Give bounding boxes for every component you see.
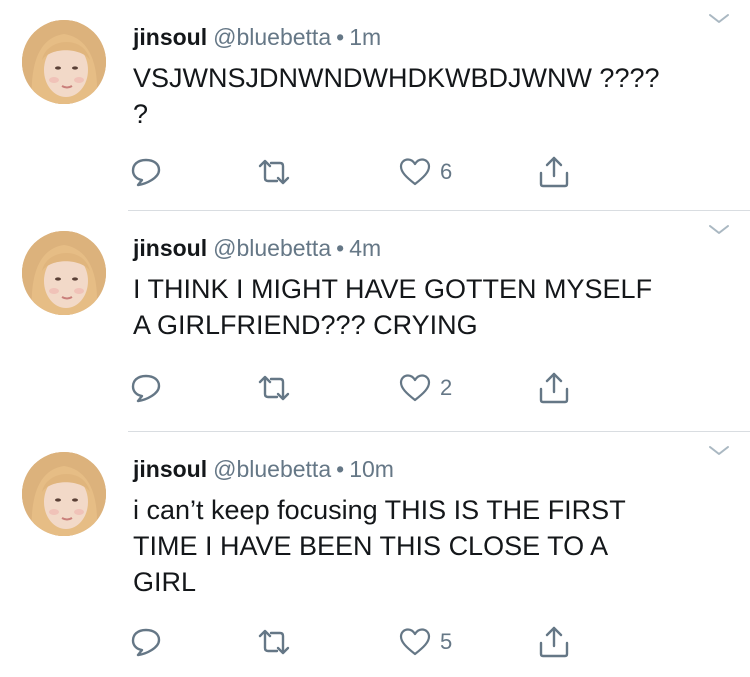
- retweet-icon: [258, 629, 290, 655]
- tweet-actions: 5: [128, 620, 608, 664]
- heart-icon: [399, 374, 431, 402]
- tweet-text: i can’t keep focusing THIS IS THE FIRST …: [133, 495, 626, 597]
- separator-dot: •: [336, 24, 345, 50]
- like-count: 6: [440, 159, 453, 184]
- display-name[interactable]: jinsoul: [133, 24, 207, 50]
- like-button[interactable]: 6: [398, 150, 452, 194]
- chevron-down-icon[interactable]: [708, 223, 730, 237]
- tweet-actions: 2: [128, 366, 608, 410]
- timestamp[interactable]: 10m: [349, 456, 394, 482]
- tweet-text: VSJWNSJDNWNDWHDKWBDJWNW ???? ?: [133, 63, 660, 129]
- tweet-header: jinsoul @bluebetta • 1m: [133, 22, 381, 52]
- separator-dot: •: [336, 235, 345, 261]
- reply-icon: [131, 158, 161, 187]
- reply-button[interactable]: [128, 150, 164, 194]
- like-button[interactable]: 5: [398, 620, 452, 664]
- share-button[interactable]: [536, 150, 572, 194]
- avatar-image: [22, 20, 106, 104]
- tweet-text: I THINK I MIGHT HAVE GOTTEN MYSELF A GIR…: [133, 274, 653, 340]
- retweet-button[interactable]: [256, 366, 292, 410]
- tweet-header: jinsoul @bluebetta • 4m: [133, 233, 381, 263]
- share-button[interactable]: [536, 620, 572, 664]
- display-name[interactable]: jinsoul: [133, 456, 207, 482]
- tweet[interactable]: jinsoul @bluebetta • 4m I THINK I MIGHT HAV…: [0, 211, 750, 431]
- like-count: 5: [440, 629, 453, 654]
- share-icon: [539, 156, 569, 188]
- like-count: 2: [440, 375, 453, 400]
- chevron-down-icon[interactable]: [708, 444, 730, 458]
- like-button[interactable]: 2: [398, 366, 452, 410]
- reply-icon: [131, 628, 161, 657]
- share-button[interactable]: [536, 366, 572, 410]
- username[interactable]: @bluebetta: [213, 24, 331, 50]
- retweet-icon: [258, 375, 290, 401]
- username[interactable]: @bluebetta: [213, 456, 331, 482]
- retweet-icon: [258, 159, 290, 185]
- username[interactable]: @bluebetta: [213, 235, 331, 261]
- avatar-image: [22, 231, 106, 315]
- share-icon: [539, 372, 569, 404]
- display-name[interactable]: jinsoul: [133, 235, 207, 261]
- avatar[interactable]: [22, 20, 106, 104]
- chevron-down-icon[interactable]: [708, 12, 730, 26]
- tweet[interactable]: jinsoul @bluebetta • 1m VSJWNSJDNWNDWHDKWBD…: [0, 0, 750, 210]
- tweet[interactable]: jinsoul @bluebetta • 10m i can’t keep focus…: [0, 432, 750, 677]
- share-icon: [539, 626, 569, 658]
- separator-dot: •: [336, 456, 345, 482]
- reply-icon: [131, 374, 161, 403]
- tweet-header: jinsoul @bluebetta • 10m: [133, 454, 394, 484]
- heart-icon: [399, 628, 431, 656]
- reply-button[interactable]: [128, 620, 164, 664]
- retweet-button[interactable]: [256, 620, 292, 664]
- heart-icon: [399, 158, 431, 186]
- tweet-actions: 6: [128, 150, 608, 194]
- reply-button[interactable]: [128, 366, 164, 410]
- avatar[interactable]: [22, 452, 106, 536]
- avatar[interactable]: [22, 231, 106, 315]
- avatar-image: [22, 452, 106, 536]
- timestamp[interactable]: 1m: [349, 24, 381, 50]
- retweet-button[interactable]: [256, 150, 292, 194]
- timestamp[interactable]: 4m: [349, 235, 381, 261]
